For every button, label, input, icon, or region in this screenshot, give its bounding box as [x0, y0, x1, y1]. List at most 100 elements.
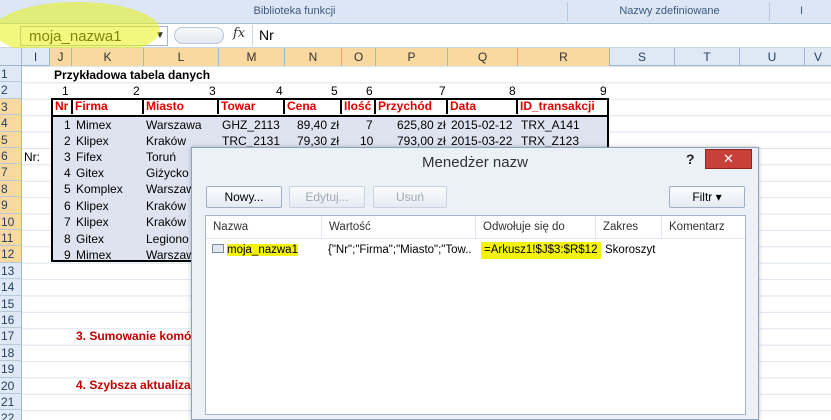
row-header[interactable]: 10	[0, 213, 22, 230]
cell-nr[interactable]: 1	[64, 117, 71, 133]
column-header-s[interactable]: S	[610, 48, 675, 66]
column-number[interactable]: 8	[509, 83, 516, 99]
cell-miasto[interactable]: Legiono	[146, 231, 189, 247]
column-header-j[interactable]: J	[50, 48, 72, 66]
ribbon-group-defined-names[interactable]: Nazwy zdefiniowane	[570, 2, 770, 21]
row-header[interactable]: 13	[0, 262, 22, 280]
row-header[interactable]: 11	[0, 230, 22, 247]
cell-nr[interactable]: 7	[64, 214, 71, 230]
filter-button[interactable]: Filtr ▾	[669, 186, 745, 208]
column-header-u[interactable]: U	[740, 48, 805, 66]
row-header[interactable]: 15	[0, 295, 22, 312]
cell-cena[interactable]: 89,40 zł	[297, 117, 339, 133]
column-header-value[interactable]: Wartość	[322, 216, 476, 238]
cell-nr[interactable]: 4	[64, 165, 71, 181]
row-header[interactable]: 14	[0, 279, 22, 296]
row-header[interactable]: 7	[0, 164, 22, 181]
column-header-i[interactable]: I	[22, 48, 50, 66]
cell-firma[interactable]: Klipex	[76, 133, 109, 149]
cell-nr[interactable]: 6	[64, 198, 71, 214]
sheet-title[interactable]: Przykładowa tabela danych	[54, 67, 210, 83]
cell-miasto[interactable]: Warszaw	[146, 181, 195, 197]
row-header[interactable]: 19	[0, 361, 22, 378]
row-header[interactable]: 20	[0, 377, 22, 394]
row-header[interactable]: 16	[0, 312, 22, 329]
cell-firma[interactable]: Gitex	[76, 231, 104, 247]
table-header-ilosc[interactable]: Ilość	[342, 99, 376, 114]
cell-firma[interactable]: Klipex	[76, 198, 109, 214]
delete-name-button[interactable]: Usuń	[373, 186, 447, 208]
column-header-t[interactable]: T	[675, 48, 740, 66]
cell-nr[interactable]: 9	[64, 247, 71, 263]
corner-select-all[interactable]	[0, 48, 22, 66]
row-header[interactable]: 1	[0, 66, 22, 83]
column-number[interactable]: 2	[133, 83, 140, 99]
column-header-n[interactable]: N	[285, 48, 342, 66]
edit-name-button[interactable]: Edytuj...	[289, 186, 365, 208]
column-header-scope[interactable]: Zakres	[596, 216, 662, 238]
name-entry-refers-to[interactable]: =Arkusz1!$J$3:$R$12	[481, 242, 601, 259]
column-number[interactable]: 1	[62, 83, 69, 99]
formula-bar-splitter[interactable]	[174, 27, 224, 44]
cell-miasto[interactable]: Kraków	[146, 214, 186, 230]
column-number[interactable]: 9	[600, 83, 607, 99]
row-header[interactable]: 4	[0, 115, 22, 132]
table-header-miasto[interactable]: Miasto	[144, 99, 219, 114]
column-header-p[interactable]: P	[376, 48, 448, 66]
name-entry-value[interactable]: {"Nr";"Firma";"Miasto";"Tow...	[328, 242, 472, 259]
column-header-q[interactable]: Q	[448, 48, 518, 66]
row-header[interactable]: 12	[0, 246, 22, 263]
column-header-name[interactable]: Nazwa	[206, 216, 322, 238]
column-number[interactable]: 5	[331, 83, 338, 99]
cell-miasto[interactable]: Kraków	[146, 198, 186, 214]
column-header-k[interactable]: K	[72, 48, 144, 66]
table-header-id[interactable]: ID_transakcji	[518, 99, 607, 114]
column-header-o[interactable]: O	[342, 48, 376, 66]
cell-firma[interactable]: Gitex	[76, 165, 104, 181]
cell-nr[interactable]: 8	[64, 231, 71, 247]
cell-firma[interactable]: Mimex	[76, 117, 111, 133]
row-header[interactable]: 9	[0, 197, 22, 214]
section-4-heading[interactable]: 4. Szybsza aktualizac	[76, 377, 197, 393]
cell-miasto[interactable]: Toruń	[146, 149, 176, 165]
cell-firma[interactable]: Klipex	[76, 214, 109, 230]
ribbon-group-function-library[interactable]: Biblioteka funkcji	[22, 2, 568, 21]
column-header-comment[interactable]: Komentarz	[662, 216, 747, 238]
cell-miasto[interactable]: Kraków	[146, 133, 186, 149]
insert-function-icon[interactable]: fx	[233, 26, 245, 41]
cell-nr[interactable]: 3	[64, 149, 71, 165]
column-header-m[interactable]: M	[219, 48, 285, 66]
cell-id[interactable]: TRX_A141	[521, 117, 580, 133]
row-header[interactable]: 3	[0, 98, 22, 116]
close-button[interactable]: ✕	[705, 149, 752, 169]
cell-firma[interactable]: Komplex	[76, 181, 123, 197]
cell-miasto[interactable]: Warszawa	[146, 117, 202, 133]
cell-nr[interactable]: 5	[64, 181, 71, 197]
nr-label[interactable]: Nr:	[24, 149, 40, 165]
cell-towar[interactable]: GHZ_2113	[222, 117, 280, 133]
names-list[interactable]: Nazwa Wartość Odwołuje się do Zakres Kom…	[205, 215, 746, 415]
column-header-r[interactable]: R	[518, 48, 610, 66]
cell-miasto[interactable]: Giżycko	[146, 165, 189, 181]
help-icon[interactable]: ?	[686, 151, 695, 167]
row-header[interactable]: 2	[0, 82, 22, 99]
cell-data[interactable]: 2015-02-12	[451, 117, 512, 133]
cell-ilosc[interactable]: 7	[366, 117, 373, 133]
cell-przychod[interactable]: 625,80 zł	[397, 117, 446, 133]
column-number[interactable]: 3	[209, 83, 216, 99]
row-header[interactable]: 5	[0, 131, 22, 148]
formula-input[interactable]: Nr	[252, 25, 831, 46]
table-header-przychod[interactable]: Przychód	[376, 99, 448, 114]
row-header[interactable]: 18	[0, 344, 22, 362]
column-number[interactable]: 6	[366, 83, 373, 99]
section-3-heading[interactable]: 3. Sumowanie komó	[76, 328, 191, 344]
row-header[interactable]: 21	[0, 394, 22, 411]
new-name-button[interactable]: Nowy...	[206, 186, 282, 208]
column-header-v[interactable]: V	[805, 48, 831, 66]
row-header[interactable]: 6	[0, 148, 22, 165]
column-header-l[interactable]: L	[144, 48, 219, 66]
table-header-cena[interactable]: Cena	[285, 99, 342, 114]
name-entry-scope[interactable]: Skoroszyt	[605, 242, 665, 259]
name-box[interactable]: moja_nazwa1 ▼	[20, 26, 168, 46]
row-header[interactable]: 8	[0, 180, 22, 198]
